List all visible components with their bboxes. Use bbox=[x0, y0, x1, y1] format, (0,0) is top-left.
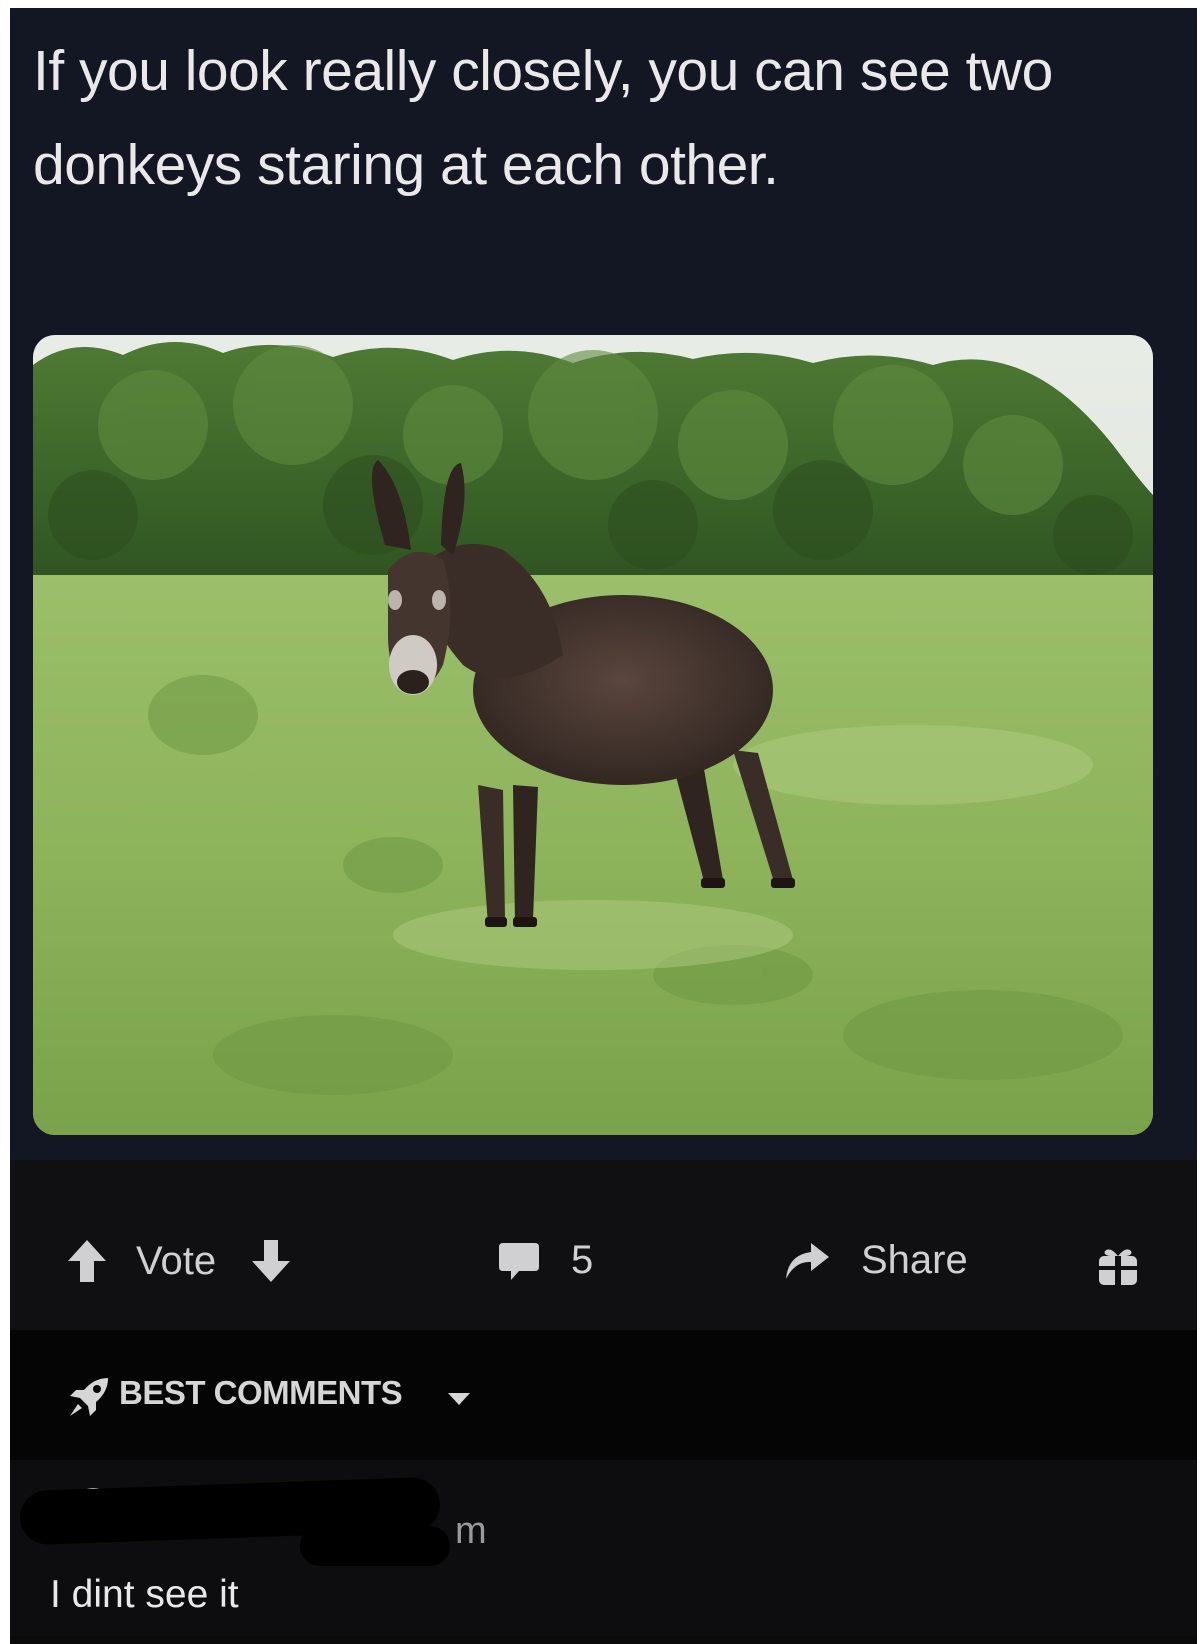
share-button[interactable]: Share bbox=[783, 1238, 968, 1283]
gift-icon[interactable] bbox=[1096, 1244, 1140, 1288]
comment-timestamp: m bbox=[455, 1510, 487, 1552]
post-image[interactable] bbox=[33, 335, 1153, 1135]
best-comments-label[interactable]: BEST COMMENTS bbox=[119, 1374, 403, 1412]
post-title: If you look really closely, you can see … bbox=[33, 39, 1053, 197]
comment-bubble-icon bbox=[499, 1242, 539, 1280]
redaction-mark bbox=[300, 1526, 450, 1566]
comments-button[interactable]: 5 bbox=[497, 1238, 593, 1283]
vote-label: Vote bbox=[136, 1238, 217, 1283]
vote-control[interactable]: Vote bbox=[66, 1238, 292, 1284]
share-label: Share bbox=[861, 1238, 968, 1282]
comment-body: I dint see it bbox=[50, 1573, 239, 1616]
downvote-arrow-icon[interactable] bbox=[250, 1238, 292, 1284]
caret-down-icon[interactable] bbox=[445, 1390, 473, 1408]
share-arrow-icon bbox=[786, 1242, 829, 1279]
comment-count: 5 bbox=[571, 1238, 594, 1282]
rocket-icon bbox=[70, 1378, 108, 1416]
upvote-arrow-icon[interactable] bbox=[66, 1238, 108, 1284]
